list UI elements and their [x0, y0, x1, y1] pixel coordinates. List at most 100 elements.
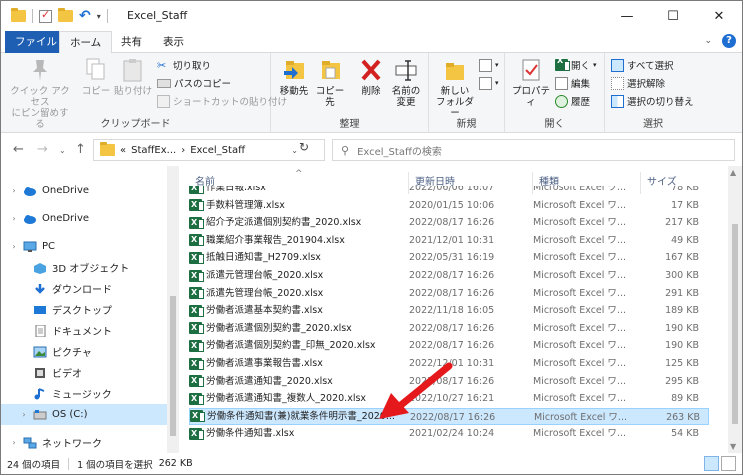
expand-chevron-icon[interactable]: › [9, 214, 19, 223]
move-to-button[interactable]: 移動先 [277, 57, 311, 97]
tab-file[interactable]: ファイル [5, 31, 67, 53]
file-size-cell: 190 KB [665, 322, 699, 334]
expand-chevron-icon[interactable]: › [9, 242, 19, 251]
table-row[interactable]: 労働者派遣個別契約書_印無_2020.xlsx2022/08/17 16:26 M… [189, 337, 709, 354]
tab-view[interactable]: 表示 [153, 31, 194, 53]
scroll-up-icon[interactable]: ▲ [730, 168, 736, 177]
nav-item-pc[interactable]: › PC [1, 236, 167, 257]
large-icons-view-icon[interactable] [721, 456, 736, 471]
search-input[interactable]: ⚲ Excel_Staffの検索 [332, 139, 735, 161]
table-row[interactable]: 労働者派遣個別契約書_2020.xlsx2022/08/17 16:26 Micr… [189, 320, 709, 337]
maximize-button[interactable]: ☐ [650, 1, 696, 31]
file-type-cell: Microsoft Excel ワ... [533, 199, 626, 211]
file-type-cell: Microsoft Excel ワ... [533, 340, 626, 352]
new-item-button[interactable]: ▾ [479, 57, 499, 73]
breadcrumb-staffex[interactable]: StaffEx... [131, 145, 176, 156]
breadcrumb-excel-staff[interactable]: Excel_Staff [190, 145, 245, 156]
address-chevron-down-icon[interactable]: ⌄ [291, 146, 298, 155]
copy-folder-icon [318, 57, 342, 83]
select-all-button[interactable]: すべて選択 [611, 57, 673, 73]
nav-item-download[interactable]: ダウンロード [1, 278, 167, 299]
file-size-cell: 167 KB [665, 252, 699, 264]
new-folder-icon[interactable] [58, 8, 73, 22]
copy-button[interactable]: コピー [81, 57, 111, 97]
forward-arrow-icon[interactable]: → [37, 142, 48, 157]
paste-label: 貼り付け [113, 86, 152, 97]
new-folder-button[interactable]: 新しい フォルダー [435, 57, 475, 119]
table-row[interactable]: 職業紹介事業報告_201904.xlsx2021/12/01 10:31 Micr… [189, 232, 709, 249]
file-type-cell: Microsoft Excel ワ... [533, 252, 626, 264]
properties-check-icon[interactable] [39, 8, 52, 23]
excel-file-icon [189, 337, 204, 354]
expand-chevron-icon[interactable]: › [9, 438, 19, 447]
properties-button[interactable]: プロパティ [509, 57, 553, 108]
nav-item-drive[interactable]: › OS (C:) [1, 404, 167, 425]
nav-item-cube[interactable]: 3D オブジェクト [1, 257, 167, 278]
file-name-cell: 作業日報.xlsx [189, 186, 409, 196]
nav-item-desktop[interactable]: デスクトップ [1, 299, 167, 320]
table-row[interactable]: 派遣先管理台帳_2020.xlsx2022/08/17 16:26 Microso… [189, 285, 709, 302]
nav-item-picture[interactable]: ピクチャ [1, 341, 167, 362]
table-row[interactable]: 作業日報.xlsx2022/06/06 16:07 Microsoft Excel… [189, 186, 709, 196]
details-view-icon[interactable] [704, 456, 719, 471]
nav-item-music[interactable]: ミュージック [1, 383, 167, 404]
nav-item-label: デスクトップ [52, 306, 112, 317]
pin-icon [28, 57, 52, 83]
move-to-label: 移動先 [279, 86, 309, 97]
excel-file-icon [190, 409, 205, 424]
breadcrumb-overflow[interactable]: « [120, 145, 126, 156]
tab-share[interactable]: 共有 [111, 31, 152, 53]
nav-item-document[interactable]: ドキュメント [1, 320, 167, 341]
up-arrow-icon[interactable]: ↑ [75, 142, 86, 157]
paste-shortcut-button[interactable]: ショートカットの貼り付け [157, 93, 287, 109]
table-row[interactable]: 抵触日通知書_H2709.xlsx2022/05/31 16:19 Microso… [189, 249, 709, 266]
file-type-cell: Microsoft Excel ワ... [533, 375, 626, 387]
recent-chevron-down-icon[interactable]: ⌄ [59, 146, 66, 155]
table-row[interactable]: 派遣元管理台帳_2020.xlsx2022/08/17 16:26 Microso… [189, 267, 709, 284]
customize-toolbar-icon[interactable]: ▾ [97, 12, 101, 21]
rename-button[interactable]: 名前の 変更 [389, 57, 423, 108]
address-bar[interactable]: « StaffEx... › Excel_Staff ⌄ [93, 139, 325, 161]
refresh-icon[interactable]: ↻ [299, 140, 309, 154]
search-placeholder: Excel_Staffの検索 [357, 146, 442, 158]
back-arrow-icon[interactable]: ← [13, 142, 24, 157]
title-bar: ↶ ▾ Excel_Staff — ☐ ✕ [1, 1, 742, 31]
excel-file-icon [189, 197, 204, 213]
scroll-down-icon[interactable]: ▼ [730, 442, 736, 451]
cut-button[interactable]: ✂ 切り取り [157, 57, 211, 73]
open-button[interactable]: 開く▾ [555, 56, 597, 73]
tab-home[interactable]: ホーム [59, 31, 113, 54]
breadcrumb-separator[interactable]: › [181, 145, 185, 156]
nav-scrollbar[interactable] [167, 166, 179, 453]
nav-item-video[interactable]: ビデオ [1, 362, 167, 383]
copy-path-button[interactable]: パスのコピー [157, 75, 231, 91]
edit-button[interactable]: 編集 [555, 75, 590, 91]
table-row[interactable]: 労働者派遣基本契約書.xlsx2022/11/18 16:05 Microsoft… [189, 302, 709, 319]
select-none-button[interactable]: 選択解除 [611, 75, 665, 91]
nav-item-cloud[interactable]: › OneDrive [1, 208, 167, 229]
path-icon [157, 78, 171, 88]
undo-icon[interactable]: ↶ [79, 8, 91, 24]
easy-access-button[interactable]: ▾ [479, 75, 499, 91]
chevron-down-icon[interactable]: ⌄ [704, 36, 712, 46]
minimize-button[interactable]: — [604, 1, 650, 31]
nav-item-cloud[interactable]: › OneDrive [1, 180, 167, 201]
file-list-scrollbar[interactable]: ▲ ▼ [728, 166, 742, 453]
help-icon[interactable]: ? [722, 34, 736, 48]
table-row[interactable]: 労働条件通知書.xlsx2021/02/24 10:24 Microsoft Ex… [189, 425, 709, 442]
table-row[interactable]: 紹介予定派遣個別契約書_2020.xlsx2022/08/17 16:26 Mic… [189, 214, 709, 231]
delete-button[interactable]: 削除 [357, 57, 385, 97]
copy-to-button[interactable]: コピー先 [313, 57, 347, 108]
file-name-cell: 労働者派遣事業報告書.xlsx [189, 355, 409, 372]
nav-scroll-thumb[interactable] [170, 296, 176, 436]
close-button[interactable]: ✕ [696, 1, 742, 31]
history-button[interactable]: 履歴 [555, 93, 590, 109]
expand-chevron-icon[interactable]: › [19, 410, 29, 419]
expand-chevron-icon[interactable]: › [9, 186, 19, 195]
table-row[interactable]: 手数料管理簿.xlsx2020/01/15 10:06 Microsoft Exc… [189, 197, 709, 214]
paste-button[interactable]: 貼り付け [113, 57, 153, 97]
ribbon-tabs: ファイル ホーム 共有 表示 ⌄ ? [1, 31, 742, 54]
invert-selection-button[interactable]: 選択の切り替え [611, 93, 694, 109]
file-list-scroll-thumb[interactable] [732, 224, 738, 424]
nav-item-network[interactable]: › ネットワーク [1, 432, 167, 453]
